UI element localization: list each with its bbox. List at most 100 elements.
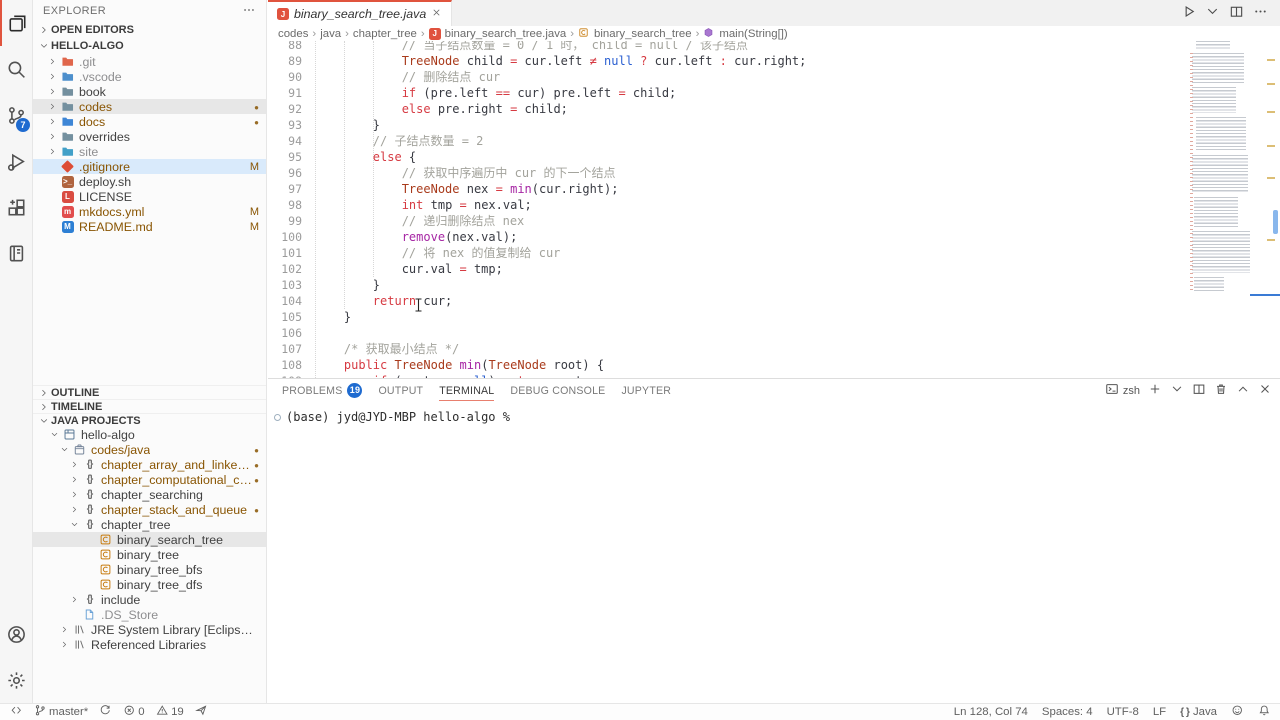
status-item-sync-icon[interactable] xyxy=(99,704,112,720)
code-line-97[interactable]: 97 TreeNode nex = min(cur.right); xyxy=(268,181,1280,197)
status-item-lf[interactable]: LF xyxy=(1153,706,1166,718)
activity-bar-item settings-gear-icon[interactable] xyxy=(0,657,33,703)
java-project-item-chapter_array_and_linkedlist[interactable]: { }chapter_array_and_linkedlist● xyxy=(33,457,266,472)
explorer-item-overrides[interactable]: overrides xyxy=(33,129,266,144)
line-number[interactable]: 104 xyxy=(268,293,308,309)
java-project-item-codesjava[interactable]: codes/java● xyxy=(33,442,266,457)
line-number[interactable]: 91 xyxy=(268,85,308,101)
line-text[interactable]: if (pre.left == cur) pre.left = child; xyxy=(308,85,676,101)
code-line-91[interactable]: 91 if (pre.left == cur) pre.left = child… xyxy=(268,85,1280,101)
java-project-item-binary_search_tree[interactable]: binary_search_tree xyxy=(33,532,266,547)
java-project-item-chapter_computational_complexity[interactable]: { }chapter_computational_complexity● xyxy=(33,472,266,487)
activity-bar-item notebook-icon[interactable] xyxy=(0,230,33,276)
line-number[interactable]: 101 xyxy=(268,245,308,261)
line-text[interactable]: } xyxy=(308,277,380,293)
breadcrumb-item-codes[interactable]: codes xyxy=(278,28,308,40)
panel-tab-problems[interactable]: PROBLEMS19 xyxy=(282,379,362,402)
line-number[interactable]: 89 xyxy=(268,53,308,69)
explorer-item-.git[interactable]: .git xyxy=(33,54,266,69)
line-number[interactable]: 102 xyxy=(268,261,308,277)
line-number[interactable]: 98 xyxy=(268,197,308,213)
activity-bar-item extensions-icon[interactable] xyxy=(0,184,33,230)
terminal-shell-selector[interactable]: zsh xyxy=(1105,382,1140,399)
new-terminal-icon[interactable] xyxy=(1148,382,1162,399)
java-project-item-.DS_Store[interactable]: .DS_Store xyxy=(33,607,266,622)
code-line-92[interactable]: 92 else pre.right = child; xyxy=(268,101,1280,117)
code-line-95[interactable]: 95 else { xyxy=(268,149,1280,165)
code-line-107[interactable]: 107 /* 获取最小结点 */ xyxy=(268,341,1280,357)
activity-bar-item account-icon[interactable] xyxy=(0,611,33,657)
java-project-item-include[interactable]: { }include xyxy=(33,592,266,607)
java-project-item-binary_tree[interactable]: binary_tree xyxy=(33,547,266,562)
code-line-108[interactable]: 108 public TreeNode min(TreeNode root) { xyxy=(268,357,1280,373)
code-line-93[interactable]: 93 } xyxy=(268,117,1280,133)
activity-bar-item files-icon[interactable] xyxy=(0,0,33,46)
code-line-96[interactable]: 96 // 获取中序遍历中 cur 的下一个结点 xyxy=(268,165,1280,181)
java-project-item-binary_tree_dfs[interactable]: binary_tree_dfs xyxy=(33,577,266,592)
explorer-item-.vscode[interactable]: .vscode xyxy=(33,69,266,84)
line-number[interactable]: 92 xyxy=(268,101,308,117)
explorer-item-site[interactable]: site xyxy=(33,144,266,159)
line-text[interactable]: TreeNode nex = min(cur.right); xyxy=(308,181,618,197)
code-line-88[interactable]: 88 // 当子结点数量 = 0 / 1 时， child = null / 该… xyxy=(268,41,1280,53)
line-text[interactable]: public TreeNode min(TreeNode root) { xyxy=(308,357,604,373)
line-text[interactable]: cur.val = tmp; xyxy=(308,261,503,277)
java-project-item-ReferencedLibraries[interactable]: Referenced Libraries xyxy=(33,637,266,652)
line-number[interactable]: 108 xyxy=(268,357,308,373)
terminal[interactable]: (base) jyd@JYD-MBP hello-algo % xyxy=(268,402,1280,424)
line-text[interactable]: // 将 nex 的值复制给 cur xyxy=(308,245,560,261)
line-text[interactable]: TreeNode child = cur.left ≠ null ? cur.l… xyxy=(308,53,806,69)
line-text[interactable]: int tmp = nex.val; xyxy=(308,197,532,213)
java-project-item-binary_tree_bfs[interactable]: binary_tree_bfs xyxy=(33,562,266,577)
panel-tab-debug-console[interactable]: DEBUG CONSOLE xyxy=(510,379,605,402)
line-number[interactable]: 103 xyxy=(268,277,308,293)
code-line-89[interactable]: 89 TreeNode child = cur.left ≠ null ? cu… xyxy=(268,53,1280,69)
status-item-send-icon[interactable] xyxy=(195,704,208,720)
section-java-projects[interactable]: JAVA PROJECTS xyxy=(33,413,266,427)
line-text[interactable]: } xyxy=(308,309,351,325)
line-text[interactable]: else { xyxy=(308,149,416,165)
line-text[interactable]: return cur; xyxy=(308,293,452,309)
status-item-spaces-4[interactable]: Spaces: 4 xyxy=(1042,706,1093,718)
status-item-error-icon[interactable]: 0 xyxy=(123,704,145,720)
code-line-100[interactable]: 100 remove(nex.val); xyxy=(268,229,1280,245)
code-line-99[interactable]: 99 // 递归删除结点 nex xyxy=(268,213,1280,229)
run-dropdown-icon[interactable] xyxy=(1205,4,1220,22)
maximize-panel-icon[interactable] xyxy=(1236,382,1250,399)
terminal-dropdown-icon[interactable] xyxy=(1170,382,1184,399)
line-text[interactable]: remove(nex.val); xyxy=(308,229,517,245)
line-text[interactable]: // 子结点数量 = 2 xyxy=(308,133,483,149)
line-text[interactable]: // 删除结点 cur xyxy=(308,69,500,85)
status-item-smiley-icon[interactable] xyxy=(1231,704,1244,720)
line-text[interactable]: // 获取中序遍历中 cur 的下一个结点 xyxy=(308,165,616,181)
scrollbar-thumb[interactable] xyxy=(1273,210,1278,234)
line-text[interactable]: /* 获取最小结点 */ xyxy=(308,341,459,357)
section-open-editors[interactable]: OPEN EDITORS xyxy=(33,22,266,38)
code-editor[interactable]: 88 // 当子结点数量 = 0 / 1 时， child = null / 该… xyxy=(268,41,1280,378)
explorer-item-LICENSE[interactable]: LLICENSE xyxy=(33,189,266,204)
status-item-git-branch-icon[interactable]: master* xyxy=(34,704,89,720)
status-item-warning-icon[interactable]: 19 xyxy=(156,704,184,720)
code-line-102[interactable]: 102 cur.val = tmp; xyxy=(268,261,1280,277)
panel-tab-jupyter[interactable]: JUPYTER xyxy=(621,379,671,402)
line-number[interactable]: 96 xyxy=(268,165,308,181)
code-line-98[interactable]: 98 int tmp = nex.val; xyxy=(268,197,1280,213)
status-item-bell-icon[interactable] xyxy=(1258,704,1271,720)
explorer-item-.gitignore[interactable]: .gitignoreM xyxy=(33,159,266,174)
split-terminal-icon[interactable] xyxy=(1192,382,1206,399)
line-text[interactable] xyxy=(308,325,315,341)
line-text[interactable]: // 递归删除结点 nex xyxy=(308,213,524,229)
tab-binary-search-tree[interactable]: J binary_search_tree.java xyxy=(268,0,452,26)
activity-bar-item source-control-icon[interactable]: 7 xyxy=(0,92,33,138)
status-item-remote-icon[interactable] xyxy=(10,704,23,720)
line-text[interactable]: // 当子结点数量 = 0 / 1 时， child = null / 该子结点 xyxy=(308,41,748,53)
explorer-item-docs[interactable]: docs● xyxy=(33,114,266,129)
line-number[interactable]: 95 xyxy=(268,149,308,165)
line-text[interactable]: } xyxy=(308,117,380,133)
close-tab-icon[interactable] xyxy=(431,7,442,21)
section-timeline[interactable]: TIMELINE xyxy=(33,399,266,413)
breadcrumb-item-java[interactable]: java xyxy=(320,28,341,40)
line-number[interactable]: 90 xyxy=(268,69,308,85)
split-editor-icon[interactable] xyxy=(1229,4,1244,22)
overview-ruler[interactable] xyxy=(1262,41,1280,378)
